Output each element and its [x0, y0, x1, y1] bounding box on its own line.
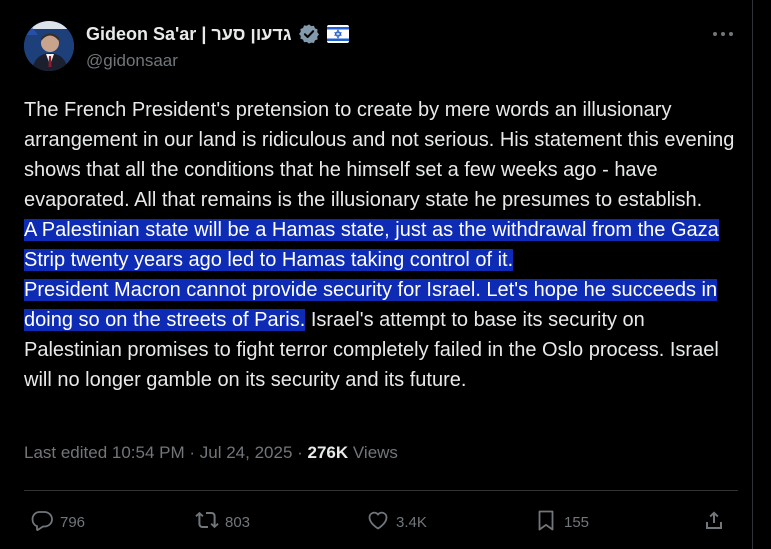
tweet-paragraph-1: The French President's pretension to cre… [24, 99, 735, 211]
repost-button[interactable]: 803 [195, 508, 250, 536]
heart-icon [366, 508, 390, 536]
repost-count: 803 [225, 513, 251, 531]
bookmark-icon [534, 508, 558, 536]
tweet-paragraph-2: A Palestinian state will be a Hamas stat… [24, 215, 739, 395]
tweet-text: The French President's pretension to cre… [24, 95, 739, 395]
reply-icon [30, 508, 54, 536]
display-name[interactable]: Gideon Sa'ar | גדעון סער [86, 24, 292, 45]
handle[interactable]: @gidonsaar [86, 51, 178, 71]
reply-button[interactable]: 796 [30, 508, 85, 536]
like-button[interactable]: 3.4K [366, 508, 427, 536]
israel-flag-icon [326, 24, 350, 44]
share-button[interactable] [702, 508, 726, 536]
bookmark-count: 155 [564, 513, 590, 531]
tweet-meta: Last edited 10:54 PM · Jul 24, 2025 · 27… [24, 443, 398, 463]
reply-count: 796 [60, 513, 86, 531]
tweet-header: Gideon Sa'ar | גדעון סער @gidonsaar [24, 21, 744, 73]
tweet-card: Gideon Sa'ar | גדעון סער @gidonsaar The … [0, 0, 753, 549]
views-count: 276K [307, 443, 349, 462]
name-row: Gideon Sa'ar | גדעון סער [86, 23, 350, 45]
avatar[interactable] [24, 21, 74, 71]
verified-badge-icon [298, 23, 320, 45]
divider [24, 490, 738, 491]
views-label: Views [348, 443, 398, 462]
repost-icon [195, 508, 219, 536]
action-bar: 796 803 3.4K 155 [24, 500, 738, 544]
more-options-icon[interactable] [710, 23, 736, 45]
share-icon [702, 508, 726, 536]
like-count: 3.4K [396, 513, 427, 531]
highlighted-text: A Palestinian state will be a Hamas stat… [24, 219, 719, 271]
timestamp[interactable]: Last edited 10:54 PM · Jul 24, 2025 · [24, 443, 308, 462]
bookmark-button[interactable]: 155 [534, 508, 589, 536]
